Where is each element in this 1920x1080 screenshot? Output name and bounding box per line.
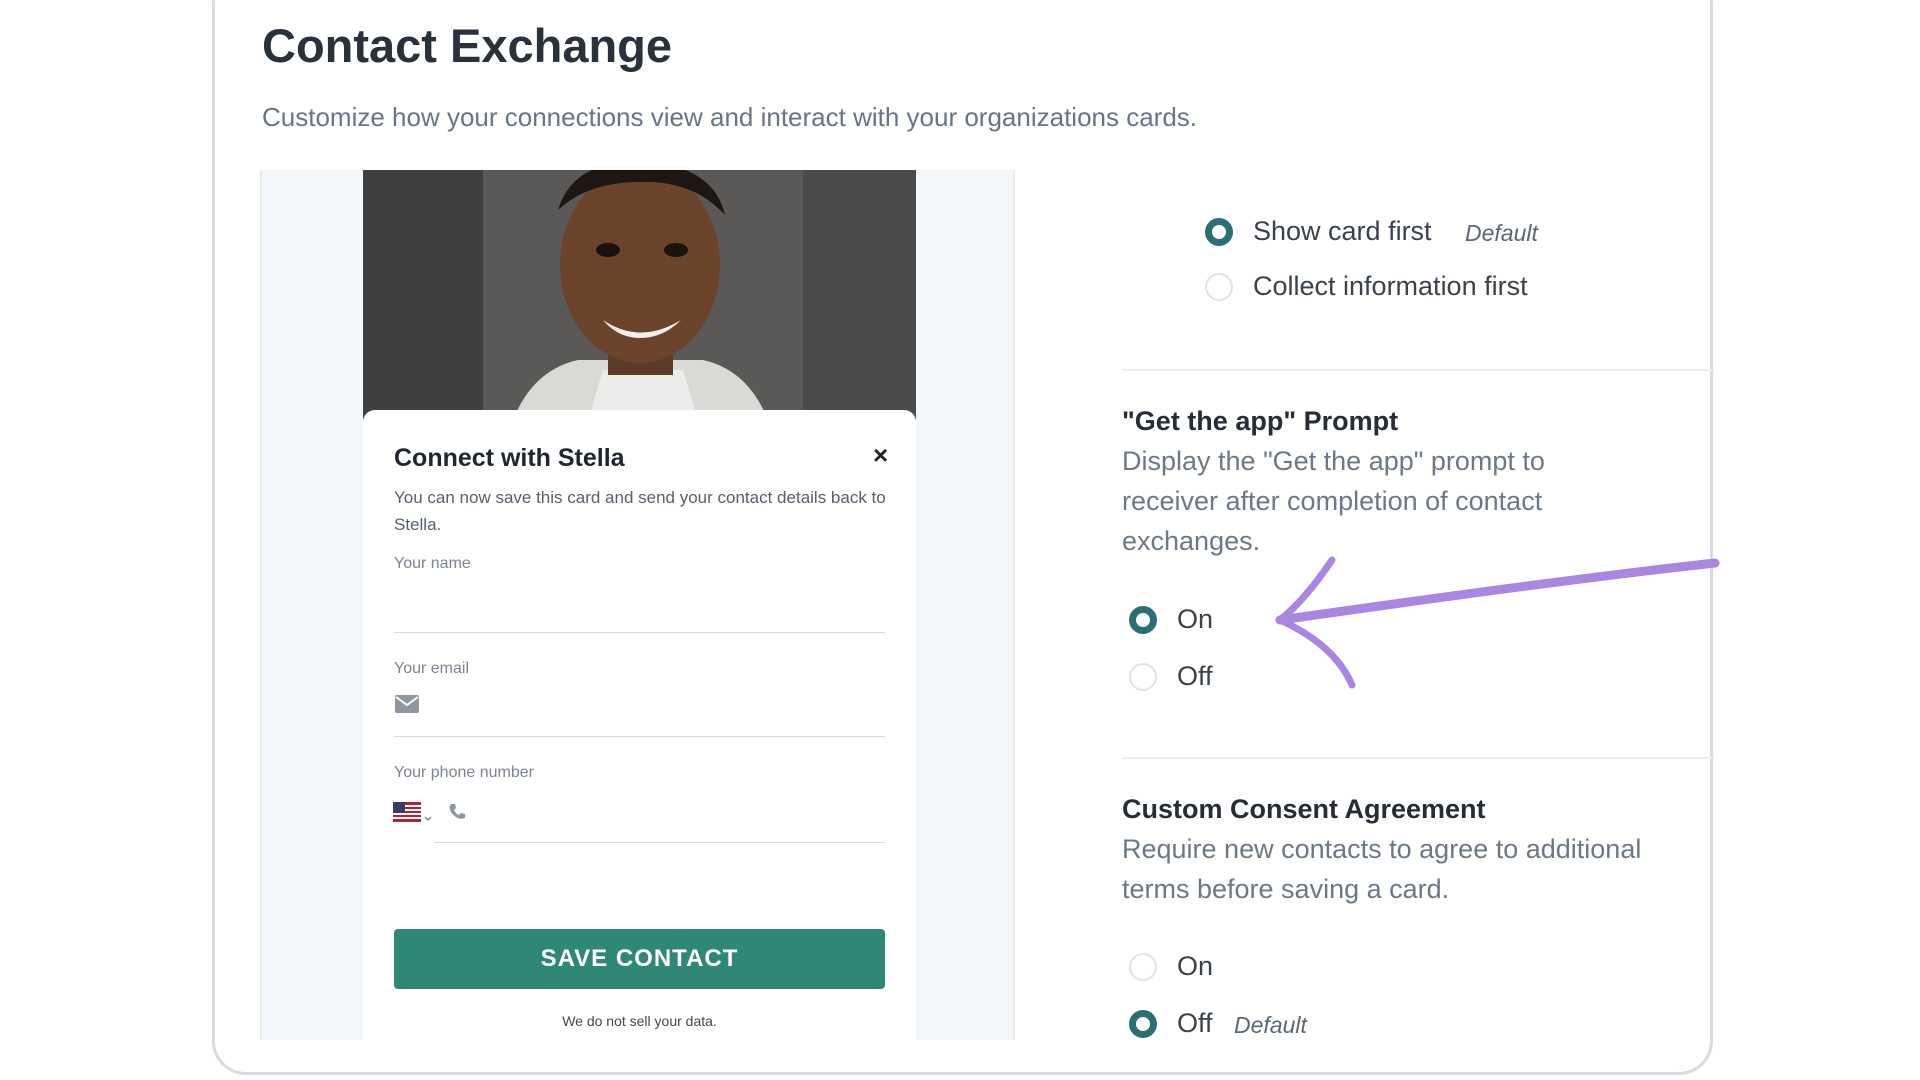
email-label: Your email [394,660,470,677]
email-input[interactable] [428,690,888,722]
phone-icon [447,802,467,827]
consent-on-label: On [1177,951,1214,981]
email-underline [394,736,885,737]
app-prompt-title: "Get the app" Prompt [1122,406,1399,436]
name-input[interactable] [394,580,888,612]
close-icon[interactable]: × [873,440,888,471]
app-prompt-on-label: On [1177,604,1214,634]
name-label: Your name [394,555,471,572]
privacy-disclaimer: We do not sell your data. [562,1013,717,1029]
profile-photo [363,170,916,420]
show-card-first-radio[interactable] [1205,218,1233,246]
consent-on-radio[interactable] [1129,953,1157,981]
collect-information-first-radio[interactable] [1205,273,1233,301]
consent-off-radio[interactable] [1129,1010,1157,1038]
consent-description: Require new contacts to agree to additio… [1122,834,1642,904]
app-prompt-on-radio[interactable] [1129,606,1157,634]
phone-underline [434,842,885,843]
consent-off-label: Off [1177,1008,1213,1038]
app-prompt-description: Display the "Get the app" prompt to rece… [1122,446,1545,556]
collect-information-first-label: Collect information first [1253,271,1528,301]
card-description: You can now save this card and send your… [394,488,886,534]
default-tag: Default [1234,1012,1307,1038]
phone-label: Your phone number [394,764,534,781]
country-selector[interactable] [393,800,435,824]
save-contact-button[interactable]: SAVE CONTACT [394,929,885,989]
chevron-down-icon [424,809,432,827]
page-subtitle: Customize how your connections view and … [262,102,1198,132]
section-divider [1122,369,1715,371]
page-title: Contact Exchange [262,19,673,72]
us-flag-icon [393,802,421,827]
connect-card: Connect with Stella × You can now save t… [363,410,916,1040]
consent-title: Custom Consent Agreement [1122,794,1486,824]
arrow-annotation-icon [1260,545,1720,700]
phone-input[interactable] [475,798,888,830]
name-underline [394,632,885,633]
app-prompt-off-radio[interactable] [1129,663,1157,691]
default-tag: Default [1465,220,1538,246]
card-preview: Connect with Stella × You can now save t… [260,170,1015,1040]
section-divider [1122,757,1715,759]
app-prompt-off-label: Off [1177,661,1213,691]
card-title: Connect with Stella [394,444,625,472]
show-card-first-label: Show card first [1253,216,1432,246]
mail-icon [395,695,419,718]
